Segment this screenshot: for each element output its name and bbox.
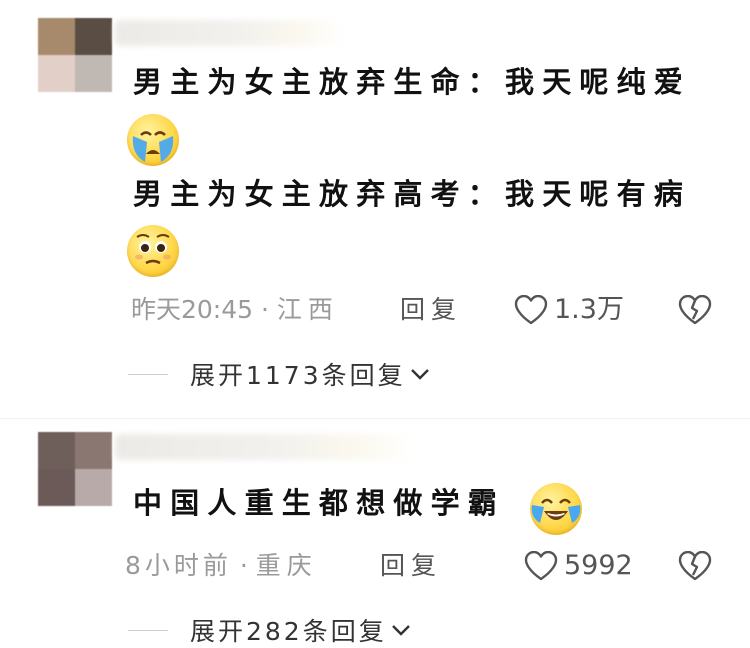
pleading-face-emoji — [127, 225, 179, 277]
comment-divider — [0, 418, 750, 419]
reply-button[interactable]: 回复 — [380, 549, 442, 583]
comment-location: 重庆 — [255, 551, 318, 580]
expand-replies-label: 展开282条回复 — [190, 617, 387, 646]
comment-meta: 昨天20:45 · 江西 — [131, 293, 339, 327]
heart-icon — [514, 295, 548, 325]
dislike-button[interactable] — [678, 294, 712, 329]
reply-button[interactable]: 回复 — [400, 293, 462, 327]
broken-heart-icon — [678, 550, 712, 581]
comment-time: 8小时前 — [125, 551, 232, 580]
avatar[interactable] — [38, 432, 112, 506]
comment-item: 男主为女主放弃生命：我天呢纯爱 男主为女主放弃高考：我天呢有病 昨天20:45 … — [0, 0, 750, 420]
dislike-button[interactable] — [678, 550, 712, 585]
chevron-down-icon — [391, 625, 410, 636]
comment-text-line-1: 男主为女主放弃生命：我天呢纯爱 — [133, 65, 692, 99]
comment-item: 中国人重生都想做学霸 8小时前 · 重庆 回复 5992 展开282条回复 — [0, 420, 750, 646]
username-blurred[interactable] — [115, 20, 345, 46]
like-button[interactable]: 1.3万 — [514, 293, 624, 327]
like-count: 5992 — [564, 550, 633, 581]
comment-meta: 8小时前 · 重庆 — [125, 549, 318, 583]
crying-face-emoji — [127, 114, 179, 166]
comment-text-line-2: 男主为女主放弃高考：我天呢有病 — [133, 177, 692, 211]
expand-replies-button[interactable]: 展开1173条回复 — [128, 356, 430, 392]
heart-icon — [524, 551, 558, 581]
expand-replies-label: 展开1173条回复 — [190, 361, 406, 390]
comment-time: 昨天20:45 — [131, 295, 254, 324]
expand-replies-button[interactable]: 展开282条回复 — [128, 612, 411, 648]
meta-separator: · — [239, 551, 256, 580]
chevron-down-icon — [410, 369, 429, 380]
broken-heart-icon — [678, 294, 712, 325]
comment-location: 江西 — [276, 295, 339, 324]
expand-rule — [128, 629, 168, 631]
meta-separator: · — [261, 295, 277, 324]
avatar[interactable] — [38, 18, 112, 92]
like-button[interactable]: 5992 — [524, 549, 633, 583]
username-blurred[interactable] — [115, 434, 415, 460]
like-count: 1.3万 — [554, 294, 624, 325]
expand-rule — [128, 373, 168, 375]
comment-text-line-1: 中国人重生都想做学霸 — [133, 486, 506, 520]
tears-of-joy-emoji — [530, 483, 582, 535]
